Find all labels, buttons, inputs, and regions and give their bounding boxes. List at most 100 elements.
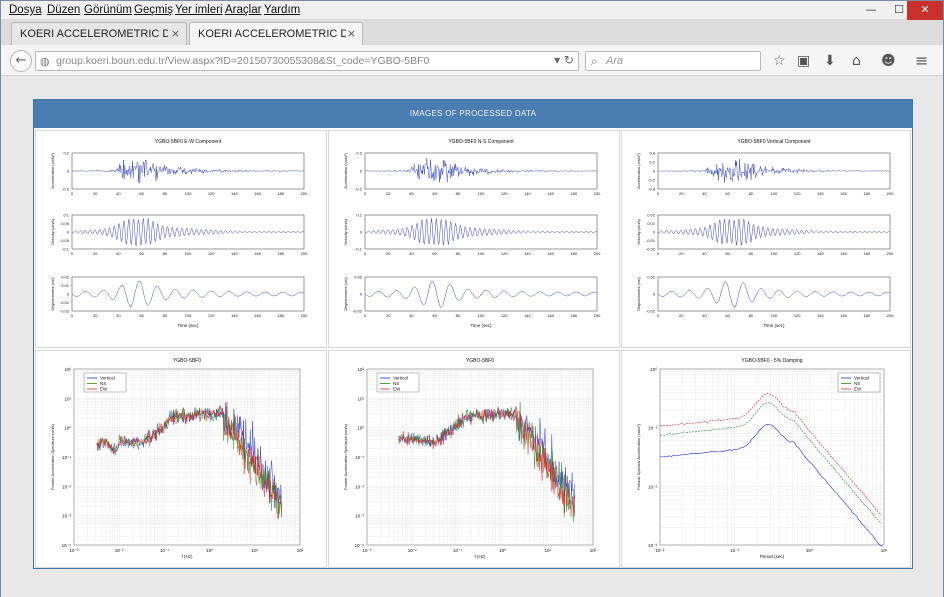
x-tick-label: 140 (231, 313, 238, 318)
y-axis-label: Fourier Acceleration Spectrum (cm/s) (50, 423, 55, 490)
x-tick-label: 160 (840, 191, 847, 196)
x-tick-label: 120 (794, 191, 801, 196)
y-tick-label: 10² (64, 367, 71, 372)
y-tick-label: 10² (357, 367, 364, 372)
y-tick-label: 0.05 (61, 221, 70, 226)
y-tick-label: 0.2 (63, 151, 69, 156)
plot-title: YGBO-5BF0 (173, 358, 201, 364)
time-history-ew-image[interactable]: YGBO-5BF0 E-W Component Acceleration (cm/… (35, 130, 327, 348)
y-tick-label: 0.1 (63, 213, 69, 218)
x-tick-label: 100 (771, 313, 778, 318)
x-tick-label: 160 (254, 251, 261, 256)
x-tick-label: 80 (163, 313, 168, 318)
x-tick-label: 100 (185, 251, 192, 256)
x-tick-label: 200 (301, 313, 308, 318)
x-tick-label: 0 (657, 191, 660, 196)
fourier-spectrum-image-2[interactable]: YGBO-5BF0 10² 10¹ 10⁰ 10⁻¹ 10⁻² 10⁻³ 10⁻⁴ 10⁻³ 10… (328, 350, 620, 568)
y-axis-label: Acceleration (cm/s²) (636, 153, 641, 189)
tab-koeri-1[interactable]: KOERI ACCELEROMETRIC DAT... × (11, 22, 187, 45)
search-box[interactable]: ⌕ Ara (585, 51, 761, 71)
y-axis-label: Velocity (cm/s) (50, 218, 55, 245)
download-icon[interactable]: ⬇ (824, 53, 836, 69)
menu-yer-imleri[interactable]: Yer imleri (175, 4, 223, 16)
hamburger-menu-icon[interactable]: ≡ (915, 51, 928, 70)
reading-list-icon[interactable]: ▣ (797, 53, 810, 69)
menu-bar: Dosya Düzen Görünüm Geçmiş Yer imleri Ar… (1, 1, 943, 20)
y-tick-label: 0 (67, 292, 70, 297)
y-tick-label: 10⁻¹ (355, 455, 364, 460)
home-icon[interactable]: ⌂ (852, 53, 861, 69)
menu-gorunum[interactable]: Görünüm (84, 4, 132, 16)
x-tick-label: 200 (887, 191, 894, 196)
x-tick-label: 180 (863, 191, 870, 196)
tab-koeri-2-active[interactable]: KOERI ACCELEROMETRIC DAT... × (189, 22, 363, 45)
x-tick-label: 10⁻¹ (730, 548, 739, 553)
tab-close-icon[interactable]: × (171, 23, 180, 45)
tab-close-icon[interactable]: × (347, 23, 356, 45)
menu-dosya[interactable]: Dosya (9, 4, 42, 16)
x-tick-label: 120 (501, 191, 508, 196)
y-tick-label: 0.01 (61, 283, 70, 288)
x-tick-label: 140 (524, 191, 531, 196)
response-spectrum-image[interactable]: YGBO-5BF0 - 5% Damping 10⁰ 10⁻¹ 10⁻² 10⁻³ 10⁻… (621, 350, 911, 568)
x-tick-label: 100 (478, 313, 485, 318)
y-axis-label: Velocity (cm/s) (636, 218, 641, 245)
x-tick-label: 0 (71, 313, 74, 318)
y-tick-label: 0 (360, 230, 363, 235)
y-tick-label: 10⁻¹ (62, 455, 71, 460)
menu-gecmis[interactable]: Geçmiş (134, 4, 173, 16)
x-tick-label: 80 (749, 191, 754, 196)
x-tick-label: 100 (478, 251, 485, 256)
x-tick-label: 120 (208, 191, 215, 196)
x-tick-label: 10² (590, 548, 597, 553)
x-tick-label: 40 (702, 313, 707, 318)
y-tick-label: -0.1 (355, 247, 363, 252)
x-tick-label: 200 (301, 191, 308, 196)
x-tick-label: 10⁻² (408, 548, 417, 553)
x-tick-label: 0 (657, 251, 660, 256)
x-tick-label: 60 (139, 251, 144, 256)
reload-icon[interactable]: ▾ ↻ (554, 53, 574, 67)
x-tick-label: 200 (887, 313, 894, 318)
x-tick-label: 40 (116, 251, 121, 256)
x-tick-label: 20 (386, 191, 391, 196)
x-tick-label: 100 (771, 191, 778, 196)
y-axis-label: Acceleration (cm/s²) (50, 153, 55, 189)
x-tick-label: 100 (185, 191, 192, 196)
plot-title: YGBO-5BF0 (466, 358, 494, 364)
back-button[interactable]: ← (10, 50, 32, 72)
x-tick-label: 60 (725, 251, 730, 256)
y-tick-label: 0.02 (354, 275, 363, 280)
menu-yardim[interactable]: Yardım (264, 4, 300, 16)
tab-strip: KOERI ACCELEROMETRIC DAT... × KOERI ACCE… (1, 20, 943, 60)
x-tick-label: 160 (547, 191, 554, 196)
menu-duzen[interactable]: Düzen (47, 4, 80, 16)
x-tick-label: 80 (749, 251, 754, 256)
x-tick-label: 160 (254, 313, 261, 318)
y-axis-label: Displacement (cm) (343, 277, 348, 311)
x-tick-label: 10⁻¹ (453, 548, 462, 553)
bookmark-star-icon[interactable]: ☆ (773, 53, 786, 69)
x-tick-label: 140 (817, 313, 824, 318)
y-tick-label: 0.02 (647, 275, 656, 280)
fourier-spectrum-plot-1: YGBO-5BF010²10¹10⁰10⁻¹10⁻²10⁻³10⁻⁴10⁻³ 10… (50, 358, 304, 559)
x-tick-label: 140 (231, 191, 238, 196)
address-bar[interactable]: ◍ group.koeri.boun.edu.tr/View.aspx?ID=2… (35, 51, 579, 71)
legend-label: Vertical (100, 376, 115, 381)
x-tick-label: 10² (297, 548, 304, 553)
close-window-button[interactable]: ✕ (907, 1, 943, 20)
time-history-vertical-image[interactable]: YGBO-5BF0 Vertical Component Acceleration… (621, 130, 911, 348)
y-tick-label: 0.02 (647, 213, 656, 218)
minimize-button[interactable]: — (857, 1, 885, 20)
x-tick-label: 40 (702, 191, 707, 196)
y-axis-label: Acceleration (cm/s²) (343, 153, 348, 189)
x-tick-label: 10¹ (252, 548, 259, 553)
processed-images-panel: IMAGES OF PROCESSED DATA YGBO-5BF0 E-W C… (33, 99, 913, 569)
y-tick-label: 0.2 (649, 160, 655, 165)
x-tick-label: 160 (547, 251, 554, 256)
chat-icon[interactable]: ☻ (881, 53, 896, 69)
menu-araclar[interactable]: Araçlar (225, 4, 261, 16)
x-tick-label: 20 (93, 191, 98, 196)
fourier-spectrum-image-1[interactable]: YGBO-5BF0 10² 10¹ 10⁰ 10⁻¹ 10⁻² 10⁻³ 10⁻⁴ 10⁻³ 10… (35, 350, 327, 568)
time-history-ns-image[interactable]: YGBO-5BF0 N-S Component Acceleration (cm/… (328, 130, 620, 348)
